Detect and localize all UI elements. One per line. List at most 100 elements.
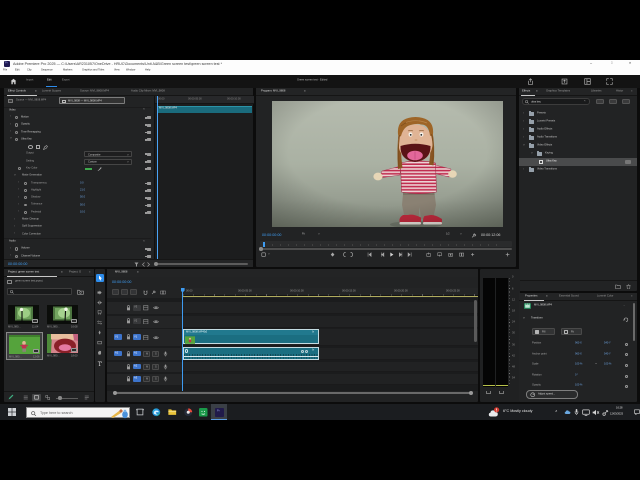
track-mute-button[interactable]: M (143, 363, 150, 370)
menu-item-clip[interactable]: Clip (27, 69, 31, 72)
add-button-icon[interactable] (505, 252, 510, 257)
quick-export-icon[interactable] (527, 77, 534, 85)
stopwatch-icon[interactable] (24, 181, 27, 185)
effect-label-ultra-key[interactable]: Ultra Key (21, 138, 32, 141)
home-icon[interactable] (10, 78, 17, 85)
go-to-out-icon[interactable] (407, 252, 412, 258)
project-search-box[interactable] (7, 288, 72, 295)
quality-dropdown[interactable]: 1/2 ∨ (444, 232, 470, 239)
effects-tree-row-video-effects[interactable]: ∨ Video Effects (519, 142, 637, 150)
clip-options-dots[interactable]: ... (623, 304, 625, 307)
panel-menu-icon[interactable]: ≡ (137, 271, 139, 274)
tree-expander-icon[interactable]: › (523, 167, 524, 171)
writable-pencil-icon[interactable] (8, 394, 14, 400)
menu-item-help[interactable]: Help (145, 69, 150, 72)
new-custom-bin-icon[interactable] (615, 284, 621, 289)
reset-parameter-icon[interactable] (145, 182, 151, 185)
voiceover-mic-icon[interactable] (163, 364, 168, 370)
speaker-muted-tray-icon[interactable] (592, 409, 600, 416)
param-dropdown-output-label[interactable]: Composite ∨ (84, 151, 132, 158)
timeline-playhead[interactable] (182, 288, 184, 391)
reset-transform-icon[interactable] (623, 317, 629, 323)
expander-icon[interactable]: › (18, 203, 19, 206)
program-playhead[interactable] (263, 241, 265, 247)
menu-item-file[interactable]: File (3, 69, 7, 72)
effect-label-opacity[interactable]: Opacity (21, 123, 30, 126)
reset-parameter-icon[interactable] (145, 138, 151, 142)
program-video-frame[interactable] (272, 101, 503, 229)
pen-tool-icon[interactable] (97, 330, 102, 335)
group-label-spill-suppression[interactable]: Spill Suppression (22, 225, 42, 228)
track-select-tool-icon[interactable] (97, 290, 103, 295)
effects-tree-row-video-transitions[interactable]: › Video Transitions (519, 166, 637, 174)
mini-zoom-slider[interactable] (156, 263, 248, 265)
expander-icon[interactable]: › (18, 181, 19, 184)
sync-lock-icon[interactable] (143, 335, 149, 341)
stopwatch-icon[interactable] (24, 210, 27, 214)
snap-magnet-icon[interactable] (143, 290, 148, 295)
property-value2-anchor-point[interactable]: 540 Y (604, 352, 611, 356)
rectangle-tool-icon[interactable] (97, 340, 103, 345)
extract-icon[interactable] (437, 252, 442, 258)
effect-label-volume[interactable]: Volume (21, 247, 30, 250)
property-value1-scale[interactable]: 100 % (575, 363, 582, 366)
timeline-timecode[interactable]: 00:00:00:00 (112, 279, 131, 284)
sequence-clip-chip[interactable]: MVI_9808 — MVI_9808.MP4 (59, 97, 125, 105)
sync-lock-icon[interactable] (143, 319, 149, 325)
workspace-tab-edit[interactable]: Edit (47, 78, 51, 82)
expander-icon[interactable]: ∨ (14, 174, 16, 177)
effects-filter-badge-icon[interactable] (609, 98, 617, 105)
reset-parameter-icon[interactable] (145, 123, 151, 127)
param-value-tolerance[interactable]: 50.0 (80, 203, 85, 207)
panel-menu-icon[interactable]: ≡ (35, 90, 37, 93)
tree-expander-icon[interactable]: › (523, 127, 524, 131)
track-lock-icon[interactable] (126, 376, 131, 382)
mark-in-icon[interactable] (342, 252, 347, 258)
track-output-eye-icon[interactable] (153, 319, 159, 325)
lift-icon[interactable] (426, 252, 431, 258)
effects-tree-row-presets[interactable]: › Presets (519, 110, 637, 118)
properties-scrollbar[interactable] (632, 303, 636, 341)
track-lane-v3[interactable] (182, 302, 478, 315)
track-lock-icon[interactable] (126, 305, 131, 311)
step-forward-icon[interactable] (398, 252, 403, 258)
icon-view-button[interactable] (32, 393, 41, 402)
voiceover-mic-icon[interactable] (163, 376, 168, 382)
param-value-highlight[interactable]: 21.0 (80, 189, 85, 192)
expander-icon[interactable]: › (10, 247, 11, 250)
program-scrubber[interactable] (260, 241, 512, 247)
tab-overflow-icon[interactable]: » (631, 295, 632, 298)
effect-controls-timecode[interactable]: 00:00:00:00 (8, 262, 27, 266)
tab-libraries[interactable]: Libraries (591, 90, 601, 93)
ellipse-mask-icon[interactable] (28, 145, 33, 149)
expander-icon[interactable]: › (14, 232, 15, 235)
browser-dark-icon[interactable] (184, 408, 193, 417)
tab-essential-sound[interactable]: Essential Sound (559, 295, 579, 298)
track-solo-button[interactable]: S (152, 375, 159, 383)
effect-label-motion[interactable]: Motion (21, 116, 29, 119)
reset-parameter-icon[interactable] (145, 152, 151, 156)
property-reset-icon[interactable] (625, 342, 628, 346)
track-target-a3[interactable]: A3 (133, 375, 141, 382)
step-back-icon[interactable] (380, 252, 385, 258)
track-target-a1[interactable]: A1 (133, 350, 141, 357)
source-clip-chip[interactable]: Source — MVI_9808.MP4 (16, 99, 46, 102)
action-center-icon[interactable] (633, 409, 640, 416)
track-lane-a2[interactable] (182, 361, 478, 373)
stopwatch-icon[interactable] (24, 203, 27, 207)
scrollbar-left-handle[interactable] (113, 390, 118, 395)
new-search-bin-icon[interactable] (77, 289, 84, 295)
panel-menu-icon[interactable]: ≡ (61, 271, 63, 274)
minimize-button[interactable]: – (590, 61, 592, 65)
pen-mask-icon[interactable] (43, 144, 48, 150)
sync-lock-icon[interactable] (143, 305, 149, 311)
search-clear-icon[interactable]: × (584, 100, 586, 103)
tab-program-monitor[interactable]: Program: MVI_9808 (261, 90, 285, 93)
timeline-toolbar-chip[interactable] (130, 289, 138, 296)
tab-overflow-icon[interactable]: » (631, 90, 632, 93)
eyedropper-icon[interactable] (97, 166, 103, 172)
play-icon[interactable] (389, 252, 394, 258)
track-solo-button[interactable]: S (152, 350, 159, 357)
slip-tool-icon[interactable] (97, 319, 103, 325)
timeline-audio-clip[interactable]: fx (182, 347, 319, 360)
